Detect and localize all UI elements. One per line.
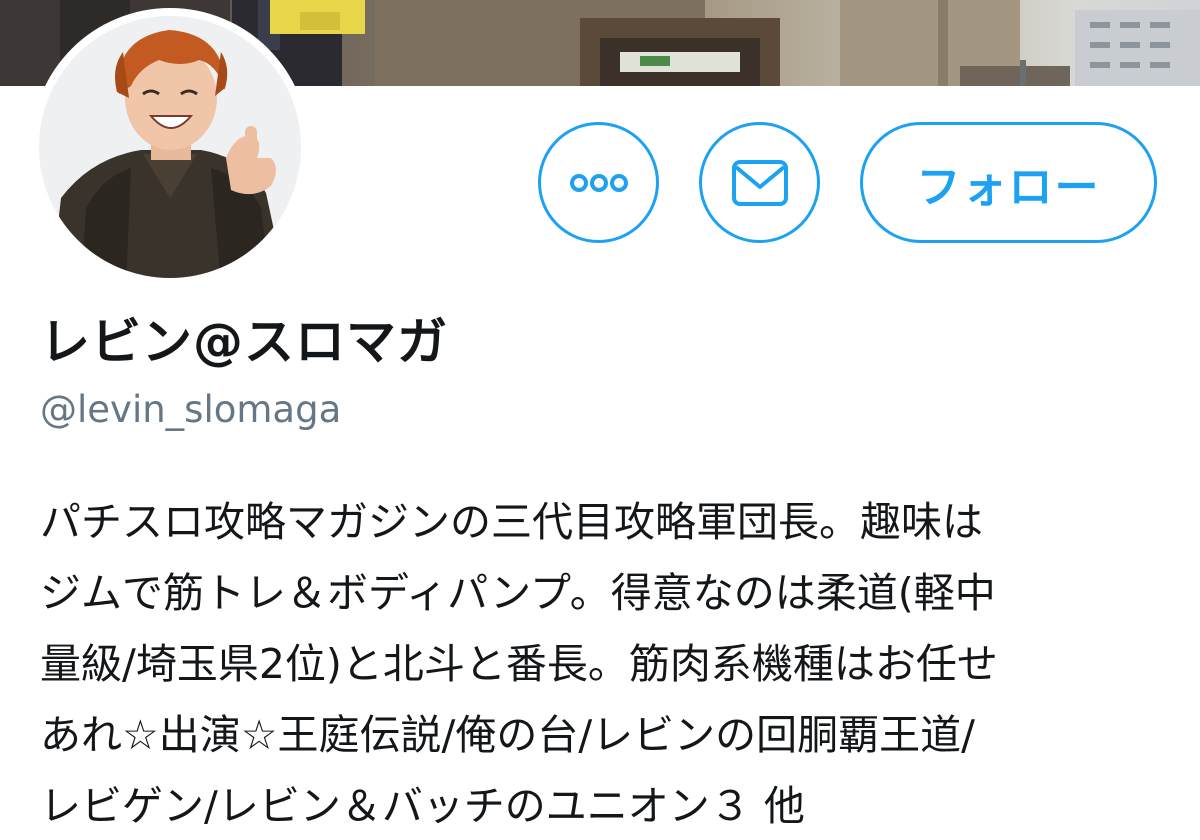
bio-line: あれ☆出演☆王庭伝説/俺の台/レビンの回胴覇王道/	[40, 711, 975, 759]
direct-message-button[interactable]	[699, 122, 820, 243]
more-icon	[569, 173, 628, 192]
avatar-photo	[39, 16, 301, 278]
follow-button[interactable]: フォロー	[860, 122, 1157, 243]
profile-page: フォロー レビン@スロマガ @levin_slomaga パチスロ攻略マガジンの…	[0, 0, 1200, 840]
username-handle: @levin_slomaga	[40, 388, 342, 431]
bio-line: 量級/埼玉県2位)と北斗と番長。筋肉系機種はお任せ	[40, 640, 998, 688]
envelope-icon	[731, 159, 788, 206]
bio-line: レビゲン/レビン＆バッチのユニオン３ 他	[40, 782, 805, 830]
profile-bio: パチスロ攻略マガジンの三代目攻略軍団長。趣味は ジムで筋トレ＆ボディパンプ。得意…	[40, 487, 1160, 840]
bio-line: パチスロ攻略マガジンの三代目攻略軍団長。趣味は	[40, 498, 983, 546]
follow-button-label: フォロー	[916, 161, 1101, 213]
more-button[interactable]	[538, 122, 659, 243]
bio-line: ジムで筋トレ＆ボディパンプ。得意なのは柔道(軽中	[40, 569, 996, 617]
display-name: レビン@スロマガ	[40, 313, 448, 371]
profile-avatar[interactable]	[31, 8, 309, 286]
